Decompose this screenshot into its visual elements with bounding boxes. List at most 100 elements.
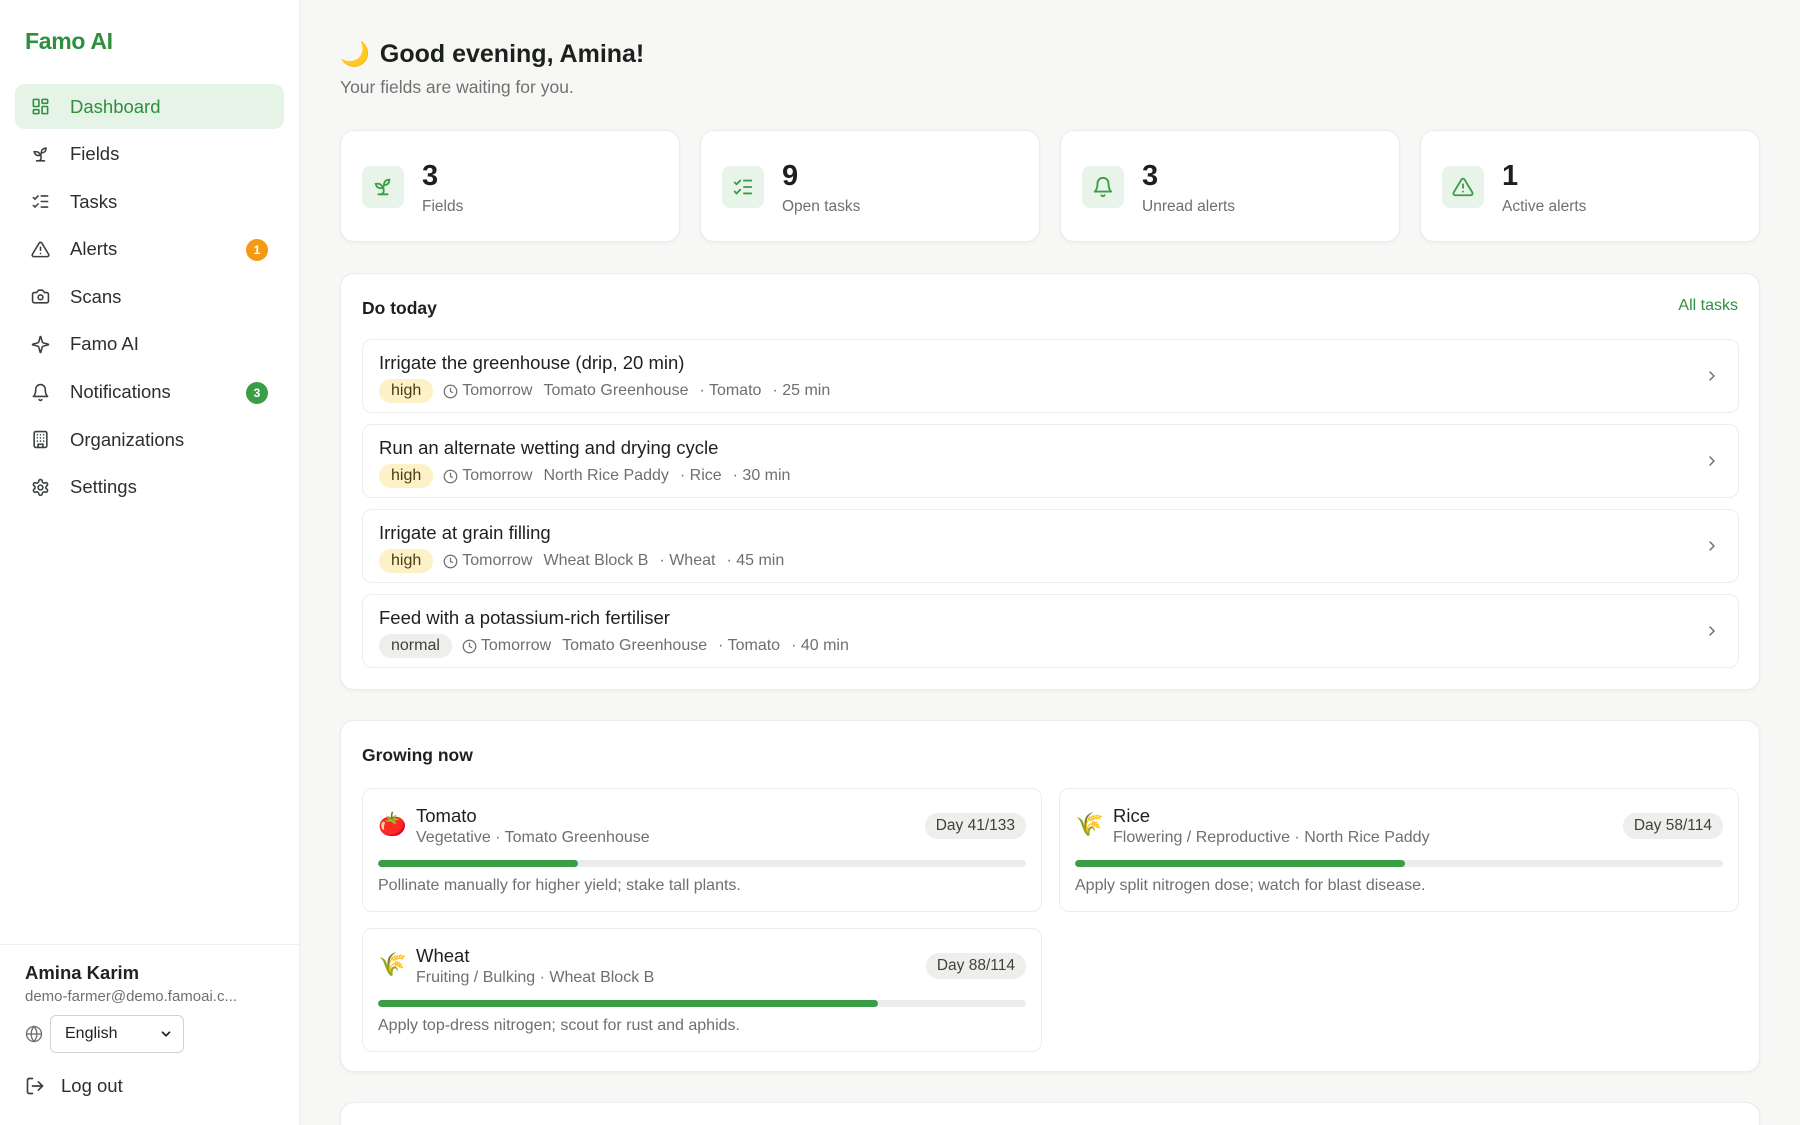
do-today-title: Do today (362, 298, 437, 318)
crop-progress-bar (378, 1000, 1026, 1007)
task-crop: · Rice (679, 467, 722, 484)
clock-icon (443, 469, 458, 483)
sidebar-item-settings[interactable]: Settings (15, 465, 284, 510)
crop-day-badge: Day 58/114 (1622, 813, 1723, 839)
sidebar-item-dashboard[interactable]: Dashboard (15, 84, 284, 129)
bell-icon (1082, 166, 1124, 208)
stat-label: Fields (422, 198, 464, 215)
task-meta: high Tomorrow Wheat Block B · Wheat · 45… (379, 549, 784, 573)
task-title: Feed with a potassium-rich fertiliser (379, 607, 670, 628)
alerts-count-badge: 1 (246, 238, 268, 261)
chevron-right-icon (1709, 626, 1715, 636)
crop-tip: Apply top-dress nitrogen; scout for rust… (378, 1017, 740, 1034)
sprout-icon (30, 144, 50, 164)
sidebar-item-organizations[interactable]: Organizations (15, 417, 284, 462)
chevron-right-icon (1709, 371, 1715, 381)
stat-card-unread-alerts[interactable]: 3 Unread alerts (1060, 130, 1400, 242)
crop-name: Wheat (416, 945, 470, 966)
sidebar-item-alerts[interactable]: Alerts 1 (15, 227, 284, 272)
task-title: Run an alternate wetting and drying cycl… (379, 437, 719, 458)
chevron-right-icon (1709, 456, 1715, 466)
logout-label: Log out (61, 1075, 123, 1096)
sidebar-item-label: Fields (70, 143, 120, 165)
clock-icon (443, 554, 458, 568)
camera-icon (30, 287, 50, 307)
tomato-icon: 🍅 (378, 811, 407, 837)
dashboard-icon (30, 97, 50, 117)
stat-value: 1 (1502, 160, 1519, 192)
clock-icon (462, 639, 477, 653)
crop-name: Tomato (416, 805, 477, 826)
task-row[interactable]: Run an alternate wetting and drying cycl… (362, 424, 1739, 498)
stat-label: Unread alerts (1142, 198, 1236, 215)
wheat-icon: 🌾 (378, 951, 407, 977)
task-field: Tomato Greenhouse (562, 637, 708, 654)
do-today-card: Do today All tasks Irrigate the greenhou… (340, 273, 1760, 690)
crop-progress-bar (1075, 860, 1723, 867)
sidebar-item-fields[interactable]: Fields (15, 132, 284, 177)
task-when: Tomorrow (462, 382, 533, 399)
language-select[interactable]: English (50, 1015, 184, 1053)
sidebar-item-label: Organizations (70, 428, 185, 450)
sidebar-item-label: Notifications (70, 381, 171, 403)
stat-value: 3 (1142, 160, 1159, 192)
sidebar: Famo AI Dashboard Fields Tasks Alerts 1 (0, 0, 300, 1125)
clock-icon (443, 384, 458, 398)
crop-stage: Fruiting / Bulking · Wheat Block B (416, 969, 655, 986)
sidebar-item-tasks[interactable]: Tasks (15, 179, 284, 224)
globe-icon (25, 1025, 43, 1043)
task-duration: · 40 min (791, 637, 849, 654)
stat-value: 9 (782, 160, 799, 192)
growing-now-title: Growing now (362, 745, 473, 765)
crop-progress-fill (378, 860, 578, 867)
logout-icon (26, 1077, 44, 1095)
user-name: Amina Karim (25, 962, 140, 983)
checklist-icon (30, 192, 50, 212)
warning-icon (1442, 166, 1484, 208)
sidebar-item-label: Alerts (70, 238, 118, 260)
crop-day-badge: Day 88/114 (925, 953, 1026, 979)
chevron-down-icon (161, 1031, 171, 1037)
crop-progress-fill (1075, 860, 1405, 867)
priority-badge: high (379, 549, 434, 573)
all-tasks-link[interactable]: All tasks (1678, 297, 1738, 315)
task-duration: · 25 min (772, 382, 831, 399)
crop-stage: Flowering / Reproductive · North Rice Pa… (1113, 829, 1430, 846)
task-field: North Rice Paddy (543, 467, 669, 484)
chevron-right-icon (1709, 541, 1715, 551)
crop-progress-bar (378, 860, 1026, 867)
task-crop: · Tomato (699, 382, 762, 399)
crop-card-rice[interactable]: 🌾 Rice Flowering / Reproductive · North … (1059, 788, 1739, 912)
sidebar-item-scans[interactable]: Scans (15, 274, 284, 319)
growing-now-card: Growing now 🍅 Tomato Vegetative · Tomato… (340, 720, 1760, 1072)
logout-button[interactable]: Log out (25, 1075, 299, 1097)
greeting-text: Good evening, Amina! (379, 40, 645, 68)
task-meta: normal Tomorrow Tomato Greenhouse · Toma… (379, 634, 849, 658)
crop-card-wheat[interactable]: 🌾 Wheat Fruiting / Bulking · Wheat Block… (362, 928, 1042, 1052)
sidebar-item-notifications[interactable]: Notifications 3 (15, 370, 284, 415)
task-field: Tomato Greenhouse (543, 382, 689, 399)
task-when: Tomorrow (462, 467, 533, 484)
task-field: Wheat Block B (543, 552, 649, 569)
task-title: Irrigate the greenhouse (drip, 20 min) (379, 352, 685, 373)
rice-icon: 🌾 (1075, 811, 1104, 837)
sidebar-item-famo-ai[interactable]: Famo AI (15, 322, 284, 367)
stat-card-fields[interactable]: 3 Fields (340, 130, 680, 242)
stat-card-open-tasks[interactable]: 9 Open tasks (700, 130, 1040, 242)
task-duration: · 45 min (726, 552, 785, 569)
crop-card-tomato[interactable]: 🍅 Tomato Vegetative · Tomato Greenhouse … (362, 788, 1042, 912)
priority-badge: high (379, 379, 434, 403)
task-row[interactable]: Irrigate the greenhouse (drip, 20 min) h… (362, 339, 1739, 413)
task-meta: high Tomorrow North Rice Paddy · Rice · … (379, 464, 790, 488)
task-row[interactable]: Irrigate at grain filling high Tomorrow … (362, 509, 1739, 583)
page-subtitle: Your fields are waiting for you. (340, 77, 574, 97)
task-row[interactable]: Feed with a potassium-rich fertiliser no… (362, 594, 1739, 668)
building-icon (30, 430, 50, 450)
crop-progress-fill (378, 1000, 879, 1007)
crop-day-badge: Day 41/133 (924, 813, 1026, 839)
crop-tip: Apply split nitrogen dose; watch for bla… (1075, 877, 1426, 894)
page-title: 🌙 Good evening, Amina! (340, 40, 644, 69)
brand-logo[interactable]: Famo AI (25, 28, 113, 55)
stat-card-active-alerts[interactable]: 1 Active alerts (1420, 130, 1760, 242)
priority-badge: normal (379, 634, 452, 658)
